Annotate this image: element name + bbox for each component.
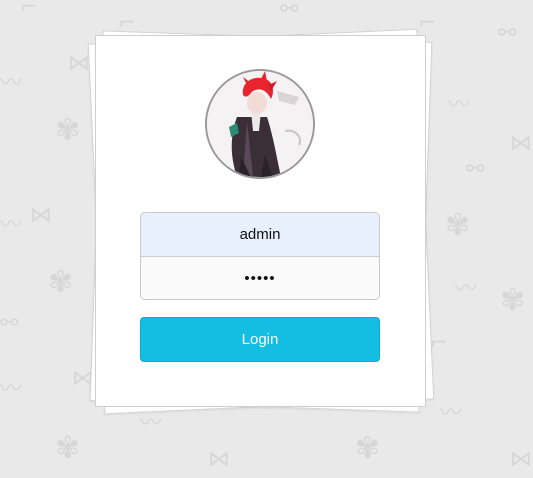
svg-text:⋈: ⋈ xyxy=(510,447,532,472)
svg-text:⚯: ⚯ xyxy=(280,0,299,22)
svg-text:⌐: ⌐ xyxy=(20,0,38,20)
username-field[interactable] xyxy=(141,213,379,257)
avatar xyxy=(205,69,315,179)
svg-text:〰: 〰 xyxy=(0,377,22,402)
svg-text:⚯: ⚯ xyxy=(466,157,485,182)
svg-text:〰: 〰 xyxy=(0,213,22,238)
svg-text:⋈: ⋈ xyxy=(30,203,52,228)
svg-text:⋈: ⋈ xyxy=(510,131,532,156)
password-field[interactable] xyxy=(141,257,379,299)
svg-text:⌐: ⌐ xyxy=(418,11,436,36)
login-card: Login xyxy=(95,35,426,407)
login-button[interactable]: Login xyxy=(140,317,380,362)
svg-text:⚯: ⚯ xyxy=(498,21,517,46)
svg-text:⌐: ⌐ xyxy=(430,331,448,356)
svg-text:⋈: ⋈ xyxy=(68,51,90,76)
credentials-field-group xyxy=(140,212,380,300)
svg-text:✾: ✾ xyxy=(355,431,380,466)
svg-text:⋈: ⋈ xyxy=(208,447,230,472)
svg-text:✾: ✾ xyxy=(55,431,80,466)
svg-text:✾: ✾ xyxy=(55,113,80,148)
anime-character-avatar xyxy=(207,71,313,177)
svg-text:〰: 〰 xyxy=(0,71,22,96)
svg-text:✾: ✾ xyxy=(48,265,73,300)
svg-text:〰: 〰 xyxy=(455,277,477,302)
svg-text:〰: 〰 xyxy=(140,411,162,436)
svg-text:⚯: ⚯ xyxy=(0,311,19,336)
svg-text:〰: 〰 xyxy=(440,401,462,426)
svg-text:〰: 〰 xyxy=(448,93,470,118)
svg-text:✾: ✾ xyxy=(500,283,525,318)
svg-text:✾: ✾ xyxy=(445,208,470,243)
